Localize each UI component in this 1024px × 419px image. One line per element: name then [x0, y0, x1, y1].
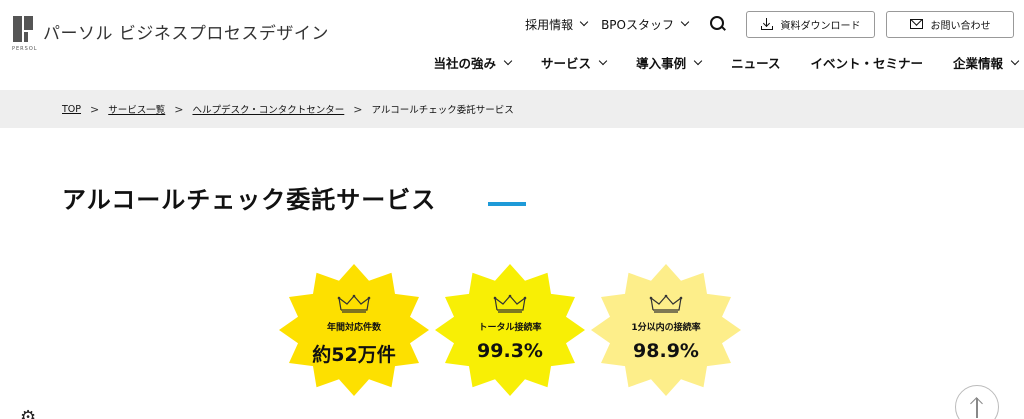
- breadcrumb-separator-icon: >: [174, 102, 184, 116]
- chevron-down-icon: [693, 56, 703, 65]
- main-nav: 当社の強み サービス 導入事例 ニュース イベント・セミナー 企業情報: [434, 53, 1024, 72]
- nav-item-label: ニュース: [731, 56, 781, 71]
- crown-icon: [337, 294, 371, 313]
- download-icon: [760, 18, 773, 30]
- breadcrumb-separator-icon: >: [90, 102, 100, 116]
- logo-mark-icon: PERSOL: [12, 16, 37, 52]
- nav-item-services[interactable]: サービス: [541, 53, 608, 72]
- util-link-label: 採用情報: [525, 17, 574, 32]
- stat-value: 98.9%: [633, 340, 699, 362]
- nav-item-strengths[interactable]: 当社の強み: [433, 53, 513, 72]
- breadcrumb-current: アルコールチェック委託サービス: [371, 105, 514, 116]
- chevron-down-icon: [579, 17, 589, 27]
- nav-item-label: 企業情報: [952, 56, 1003, 71]
- breadcrumb-separator-icon: >: [353, 102, 363, 116]
- nav-item-news[interactable]: ニュース: [731, 53, 780, 72]
- search-icon[interactable]: [710, 16, 726, 32]
- nav-item-company[interactable]: 企業情報: [952, 53, 1020, 72]
- back-to-top-button[interactable]: [955, 385, 999, 419]
- stat-label: トータル接続率: [478, 323, 542, 333]
- breadcrumb: TOP > サービス一覧 > ヘルプデスク・コンタクトセンター > アルコールチ…: [0, 90, 1024, 128]
- breadcrumb-link-helpdesk[interactable]: ヘルプデスク・コンタクトセンター: [192, 102, 344, 116]
- chevron-down-icon: [503, 56, 513, 65]
- company-logo[interactable]: PERSOL パーソル ビジネスプロセスデザイン: [12, 16, 328, 52]
- title-accent-bar: [488, 202, 526, 206]
- contact-button-label: お問い合わせ: [930, 20, 991, 32]
- stat-badge-one-minute-connection-rate: 1分以内の接続率 98.9%: [589, 264, 743, 396]
- stat-label: 年間対応件数: [326, 323, 381, 333]
- logo-text: パーソル ビジネスプロセスデザイン: [43, 24, 329, 44]
- logo-sub-text: PERSOL: [12, 46, 38, 52]
- stat-badge-annual-volume: 年間対応件数 約52万件: [277, 264, 431, 396]
- download-button-label: 資料ダウンロード: [780, 20, 861, 32]
- chevron-down-icon: [1010, 56, 1020, 65]
- mail-icon: [909, 19, 923, 29]
- crown-icon: [649, 294, 683, 313]
- page-title: アルコールチェック委託サービス: [62, 186, 437, 214]
- util-link-label: BPOスタッフ: [601, 17, 674, 32]
- chevron-down-icon: [598, 56, 608, 65]
- stat-value: 約52万件: [312, 344, 396, 366]
- stat-badge-total-connection-rate: トータル接続率 99.3%: [433, 264, 587, 396]
- gear-icon[interactable]: ⚙: [20, 409, 36, 419]
- arrow-up-head-icon: [970, 397, 983, 410]
- breadcrumb-link-services[interactable]: サービス一覧: [108, 102, 165, 116]
- nav-item-label: サービス: [541, 56, 592, 71]
- util-link-bpo-staff[interactable]: BPOスタッフ: [601, 16, 690, 33]
- util-link-recruit[interactable]: 採用情報: [525, 16, 589, 33]
- nav-item-label: 導入事例: [636, 56, 687, 71]
- nav-item-label: イベント・セミナー: [810, 56, 923, 71]
- utility-bar: 採用情報 BPOスタッフ 資料ダウンロード お問い合わせ: [525, 10, 1024, 38]
- stat-label: 1分以内の接続率: [631, 323, 701, 333]
- download-button[interactable]: 資料ダウンロード: [746, 10, 875, 38]
- nav-item-events[interactable]: イベント・セミナー: [810, 53, 923, 72]
- contact-button[interactable]: お問い合わせ: [886, 10, 1014, 38]
- chevron-down-icon: [680, 17, 690, 27]
- breadcrumb-link-top[interactable]: TOP: [62, 104, 81, 115]
- stat-value: 99.3%: [477, 340, 543, 362]
- nav-item-label: 当社の強み: [433, 56, 497, 71]
- nav-item-case-studies[interactable]: 導入事例: [636, 53, 703, 72]
- crown-icon: [493, 294, 527, 313]
